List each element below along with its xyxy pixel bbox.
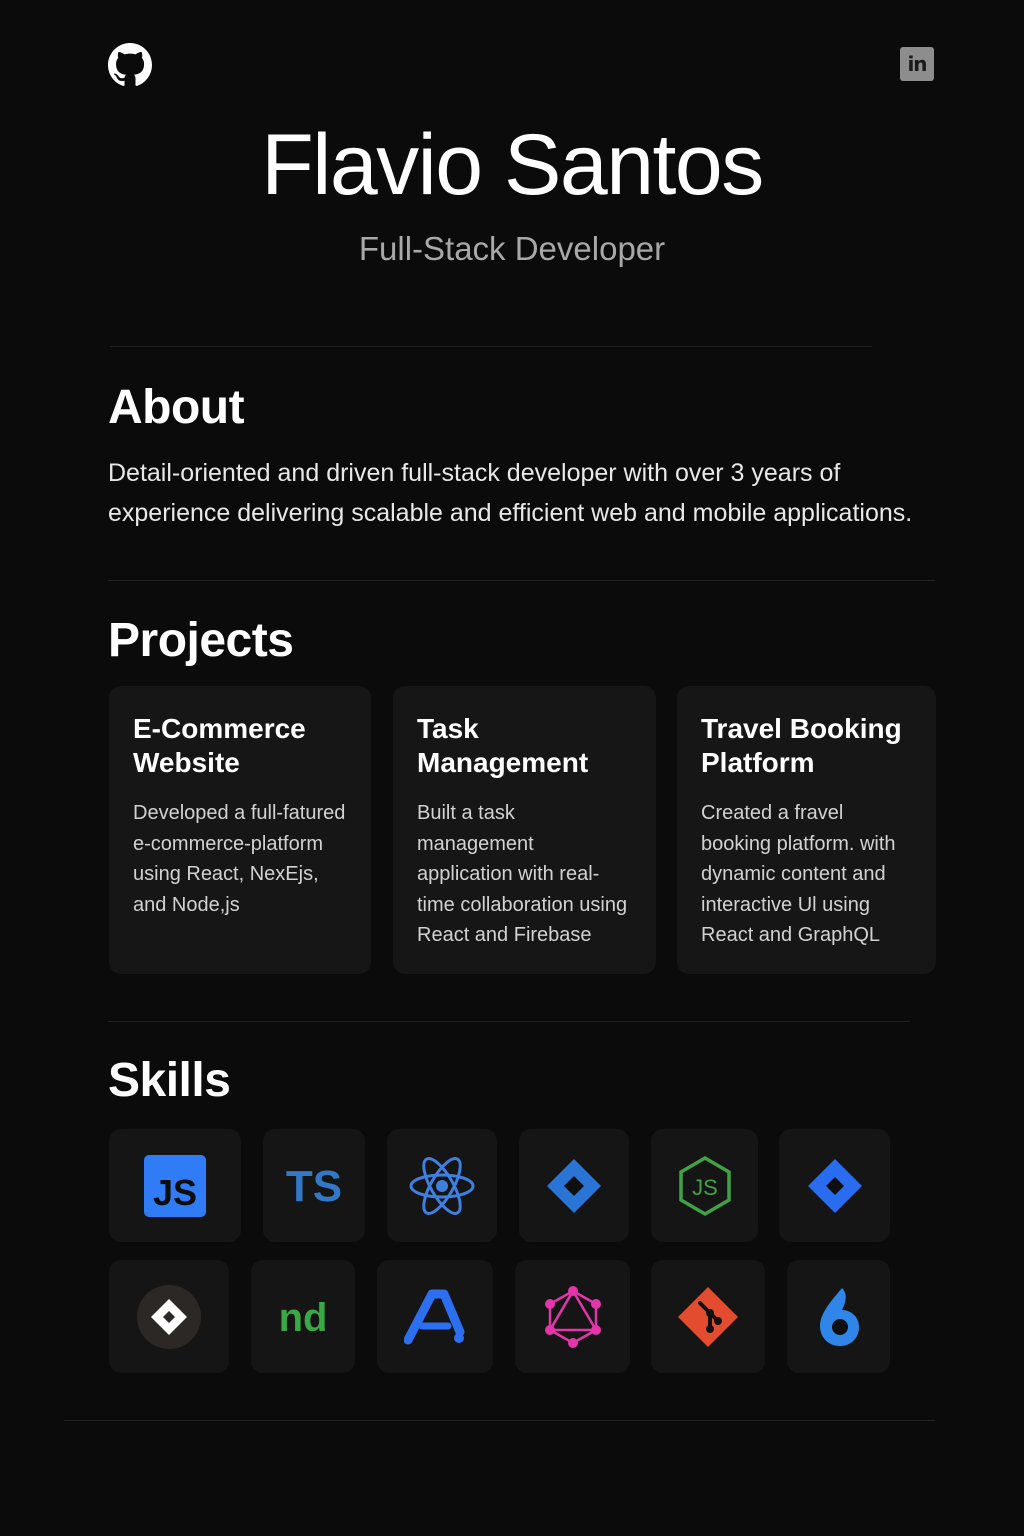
git-icon (678, 1286, 738, 1347)
project-card-travel-booking[interactable]: Travel Booking Platform Created a fravel… (677, 686, 936, 974)
skill-diamond-logo (519, 1129, 629, 1242)
divider (108, 580, 935, 581)
npm-nd-icon: nd (279, 1296, 328, 1339)
react-icon (409, 1156, 475, 1215)
skill-nodejs: JS (651, 1129, 758, 1242)
skill-typescript: TS (263, 1129, 365, 1242)
project-title: Task Management (417, 713, 589, 778)
skill-diamond-badge (109, 1260, 229, 1373)
skills-title: Skills (108, 1054, 231, 1107)
projects-title: Projects (108, 614, 294, 667)
skill-react (387, 1129, 497, 1242)
divider (110, 346, 872, 347)
svg-text:JS: JS (153, 1172, 197, 1213)
linkedin-icon[interactable]: in (900, 47, 934, 81)
divider (108, 1021, 910, 1022)
about-text: Detail-oriented and driven full-stack de… (108, 459, 913, 527)
profile-name: Flavio Santos (261, 117, 764, 213)
project-card-ecommerce[interactable]: E-Commerce Website Developed a full-fatu… (109, 686, 371, 974)
linkedin-label: in (907, 52, 927, 76)
svg-text:TS: TS (286, 1162, 342, 1211)
skill-drop-logo (787, 1260, 890, 1373)
graphql-icon (544, 1285, 601, 1348)
skill-graphql (515, 1260, 630, 1373)
about-title: About (108, 381, 245, 434)
svg-text:JS: JS (692, 1175, 718, 1200)
typescript-icon: TS (286, 1162, 342, 1211)
javascript-icon: JS (144, 1154, 206, 1217)
project-title: Travel Booking Platform (701, 713, 902, 778)
portfolio-page: in Flavio Santos Full-Stack Developer Ab… (0, 0, 1024, 1536)
skill-npm: nd (251, 1260, 355, 1373)
project-description: Created a fravel booking platform. with … (701, 802, 896, 946)
diamond-badge-icon (137, 1284, 201, 1349)
jira-icon (807, 1158, 862, 1213)
project-description: Developed a full-fatured e-commerce-plat… (133, 802, 346, 916)
github-icon[interactable] (108, 43, 152, 87)
project-description: Built a task management application with… (417, 802, 628, 946)
divider (64, 1420, 935, 1421)
skill-a-logo (377, 1260, 493, 1373)
skill-javascript: JS (109, 1129, 241, 1242)
project-title: E-Commerce Website (133, 713, 306, 778)
project-card-task-management[interactable]: Task Management Built a task management … (393, 686, 656, 974)
skill-git (651, 1260, 765, 1373)
skill-jira (779, 1129, 890, 1242)
svg-text:nd: nd (279, 1296, 328, 1339)
a-logo-icon (404, 1289, 465, 1344)
nodejs-icon: JS (678, 1155, 731, 1216)
drop-logo-icon (819, 1287, 859, 1346)
diamond-logo-icon (547, 1158, 601, 1213)
profile-role: Full-Stack Developer (358, 230, 666, 267)
